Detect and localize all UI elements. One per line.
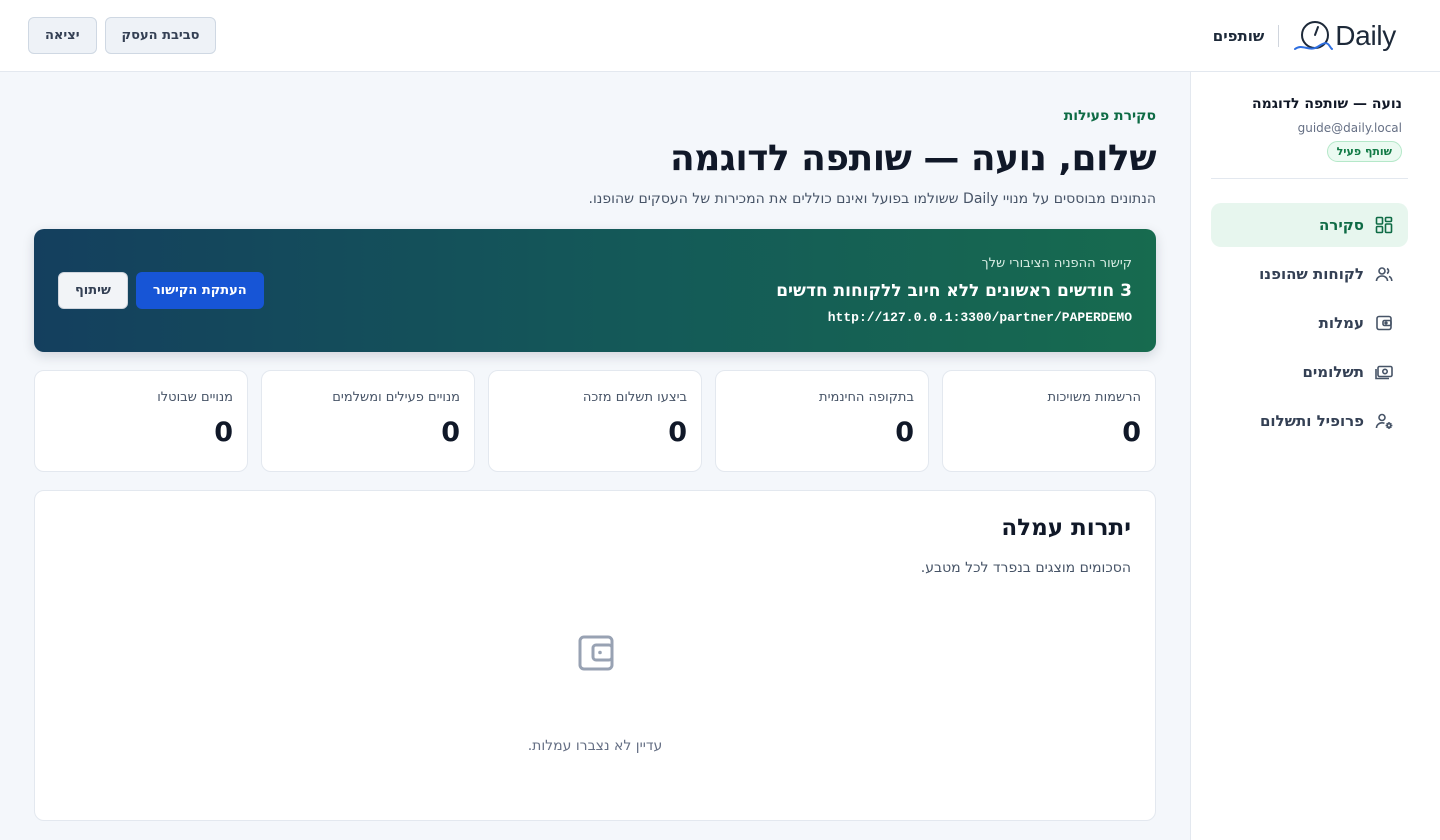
sidebar-item-referred-customers[interactable]: לקוחות שהופנו xyxy=(1211,252,1408,296)
sidebar-item-payments[interactable]: תשלומים xyxy=(1211,350,1408,394)
stat-card-qualifying-payment: ביצעו תשלום מזכה 0 xyxy=(488,370,702,472)
referral-url[interactable]: http://127.0.0.1:3300/partner/PAPERDEMO xyxy=(776,310,1132,325)
daily-logo[interactable]: Daily xyxy=(1293,19,1396,53)
sidebar-item-label: תשלומים xyxy=(1302,363,1364,381)
referral-actions: העתקת הקישור שיתוף xyxy=(58,272,264,309)
sidebar-item-label: פרופיל ותשלום xyxy=(1259,412,1364,430)
stat-value: 0 xyxy=(441,417,460,448)
commission-balances-panel: יתרות עמלה הסכומים מוצגים בנפרד לכל מטבע… xyxy=(34,490,1156,821)
section-title: שותפים xyxy=(1212,26,1265,45)
stat-label: ביצעו תשלום מזכה xyxy=(582,390,687,405)
sidebar-item-commissions[interactable]: עמלות xyxy=(1211,301,1408,345)
panel-subtitle: הסכומים מוצגים בנפרד לכל מטבע. xyxy=(920,560,1131,576)
stat-label: מנויים פעילים ומשלמים xyxy=(332,390,460,405)
header-actions: סביבת העסק יציאה xyxy=(28,17,217,54)
wallet-icon xyxy=(578,635,614,671)
brand-divider xyxy=(1278,24,1280,47)
stat-label: בתקופה החינמית xyxy=(819,390,914,405)
panel-title: יתרות עמלה xyxy=(1001,515,1131,541)
stat-label: מנויים שבוטלו xyxy=(157,390,233,405)
referral-link-info: קישור ההפניה הציבורי שלך 3 חודשים ראשוני… xyxy=(776,256,1132,325)
stat-value: 0 xyxy=(668,417,687,448)
user-email: guide@daily.local xyxy=(1297,121,1402,135)
sidebar-item-label: עמלות xyxy=(1318,314,1364,332)
wallet-icon xyxy=(1376,315,1392,331)
sidebar-item-overview[interactable]: סקירה xyxy=(1211,203,1408,247)
user-settings-icon xyxy=(1375,413,1393,429)
share-button[interactable]: שיתוף xyxy=(58,272,128,309)
referral-link-card: קישור ההפניה הציבורי שלך 3 חודשים ראשוני… xyxy=(34,229,1156,352)
sidebar-item-profile-payment[interactable]: פרופיל ותשלום xyxy=(1211,399,1408,443)
stat-card-signups: הרשמות משויכות 0 xyxy=(942,370,1156,472)
stats-row: הרשמות משויכות 0 בתקופה החינמית 0 ביצעו … xyxy=(34,370,1156,472)
logout-button[interactable]: יציאה xyxy=(28,17,97,54)
sidebar-item-label: לקוחות שהופנו xyxy=(1259,265,1364,283)
page-title: שלום, נועה — שותפה לדוגמה xyxy=(669,138,1157,179)
business-env-button[interactable]: סביבת העסק xyxy=(104,17,217,54)
referral-link-label: קישור ההפניה הציבורי שלך xyxy=(981,256,1132,271)
page-subtitle: הנתונים מבוססים על מנויי Daily ששולמו בפ… xyxy=(588,191,1156,207)
empty-state-text: עדיין לא נצברו עמלות. xyxy=(527,738,663,754)
clock-logo-icon xyxy=(1294,20,1334,50)
stat-value: 0 xyxy=(1122,417,1141,448)
stat-card-cancelled: מנויים שבוטלו 0 xyxy=(34,370,248,472)
users-icon xyxy=(1375,267,1393,282)
top-header: Daily שותפים סביבת העסק יציאה xyxy=(0,0,1440,72)
user-name: נועה — שותפה לדוגמה xyxy=(1251,96,1402,112)
cash-icon xyxy=(1375,365,1393,380)
user-card: נועה — שותפה לדוגמה guide@daily.local שו… xyxy=(1211,96,1408,179)
sidebar-nav: סקירה לקוחות שהופנו עמלות תשלומים פרופיל… xyxy=(1211,203,1408,443)
main-content: סקירת פעילות שלום, נועה — שותפה לדוגמה ה… xyxy=(34,72,1157,821)
status-badge: שותף פעיל xyxy=(1326,141,1402,162)
eyebrow: סקירת פעילות xyxy=(1063,108,1156,124)
copy-link-button[interactable]: העתקת הקישור xyxy=(135,272,264,309)
stat-card-free-period: בתקופה החינמית 0 xyxy=(715,370,929,472)
sidebar: נועה — שותפה לדוגמה guide@daily.local שו… xyxy=(1190,72,1440,840)
grid-icon xyxy=(1375,216,1393,234)
stat-card-active-paying: מנויים פעילים ומשלמים 0 xyxy=(261,370,475,472)
stat-value: 0 xyxy=(895,417,914,448)
brand-name: Daily xyxy=(1335,19,1396,51)
brand: Daily שותפים xyxy=(1213,19,1412,53)
sidebar-item-label: סקירה xyxy=(1319,216,1364,234)
stat-label: הרשמות משויכות xyxy=(1047,390,1141,405)
referral-offer-title: 3 חודשים ראשונים ללא חיוב ללקוחות חדשים xyxy=(776,281,1132,301)
stat-value: 0 xyxy=(214,417,233,448)
